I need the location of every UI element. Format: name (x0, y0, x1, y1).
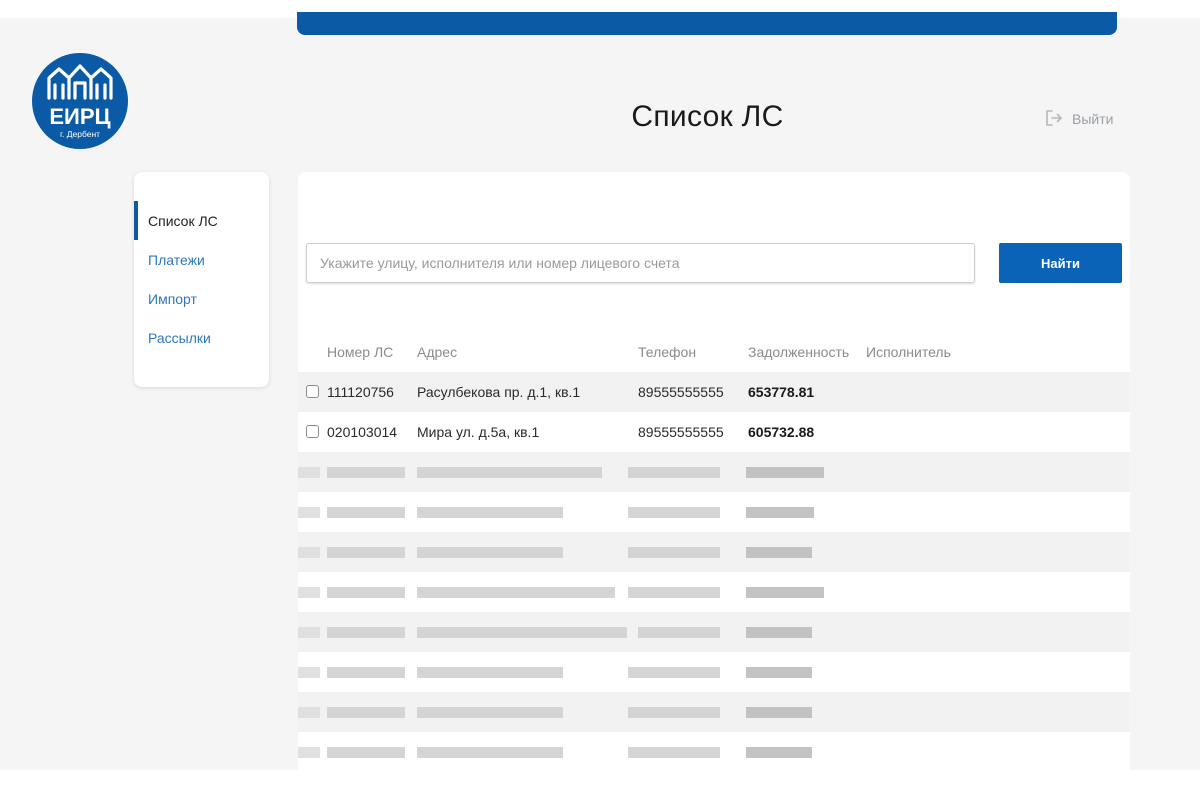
redacted-cell (417, 747, 563, 758)
redacted-cell (298, 587, 320, 598)
cell-debt: 605732.88 (748, 424, 815, 440)
table-header: Номер ЛС Адрес Телефон Задолженность Исп… (298, 334, 1130, 370)
redacted-cell (298, 467, 320, 478)
cell-phone: 89555555555 (638, 424, 724, 440)
redacted-table-row[interactable] (298, 452, 1130, 492)
logo-brand-text: ЕИРЦ (49, 104, 110, 129)
redacted-table-row[interactable] (298, 492, 1130, 532)
redacted-cell (298, 747, 320, 758)
logout-icon (1044, 108, 1064, 131)
page-title: Список ЛС (631, 100, 784, 133)
redacted-table-row[interactable] (298, 612, 1130, 652)
bottom-strip (0, 770, 1200, 789)
redacted-cell (628, 587, 720, 598)
search-input[interactable] (306, 243, 975, 283)
redacted-cell (746, 627, 812, 638)
redacted-cell (327, 507, 405, 518)
cell-address: Расулбекова пр. д.1, кв.1 (417, 384, 581, 400)
redacted-table-row[interactable] (298, 692, 1130, 732)
logo-city-text: г. Дербент (60, 129, 100, 139)
sidebar-item-label: Импорт (148, 290, 197, 307)
redacted-cell (327, 667, 405, 678)
redacted-cell (746, 707, 812, 718)
redacted-cell (638, 627, 720, 638)
column-header-account[interactable]: Номер ЛС (327, 344, 393, 360)
sidebar-item-import[interactable]: Импорт (134, 279, 269, 318)
redacted-cell (417, 707, 563, 718)
eirc-logo[interactable]: ЕИРЦ г. Дербент (31, 52, 129, 150)
redacted-cell (417, 667, 563, 678)
redacted-cell (746, 747, 812, 758)
cell-phone: 89555555555 (638, 384, 724, 400)
redacted-cell (327, 547, 405, 558)
sidebar-item-accounts[interactable]: Список ЛС (134, 201, 269, 240)
redacted-cell (628, 667, 720, 678)
redacted-cell (628, 547, 720, 558)
sidebar-item-label: Рассылки (148, 329, 211, 346)
redacted-cell (417, 587, 615, 598)
redacted-cell (327, 747, 405, 758)
redacted-cell (417, 547, 563, 558)
sidebar-item-mailings[interactable]: Рассылки (134, 318, 269, 357)
redacted-cell (327, 627, 405, 638)
redacted-cell (746, 547, 812, 558)
redacted-cell (628, 747, 720, 758)
cell-debt: 653778.81 (748, 384, 815, 400)
logout-button[interactable]: Выйти (1044, 108, 1113, 130)
redacted-cell (746, 587, 824, 598)
column-header-debt[interactable]: Задолженность (748, 344, 849, 360)
redacted-table-row[interactable] (298, 652, 1130, 692)
top-banner (297, 12, 1117, 35)
redacted-table-row[interactable] (298, 572, 1130, 612)
column-header-address[interactable]: Адрес (417, 344, 457, 360)
redacted-cell (298, 547, 320, 558)
redacted-cell (417, 507, 563, 518)
row-checkbox[interactable] (306, 425, 319, 438)
redacted-cell (298, 507, 320, 518)
logout-label: Выйти (1072, 111, 1114, 127)
redacted-cell (417, 627, 627, 638)
redacted-cell (298, 627, 320, 638)
table-row[interactable]: 111120756 Расулбекова пр. д.1, кв.1 8955… (298, 372, 1130, 412)
redacted-table-row[interactable] (298, 532, 1130, 572)
accounts-table: 111120756 Расулбекова пр. д.1, кв.1 8955… (298, 372, 1130, 772)
redacted-cell (298, 667, 320, 678)
main-panel: Найти Номер ЛС Адрес Телефон Задолженнос… (298, 172, 1130, 772)
cell-account: 020103014 (327, 424, 398, 440)
redacted-table-row[interactable] (298, 732, 1130, 772)
redacted-cell (327, 467, 405, 478)
cell-address: Мира ул. д.5а, кв.1 (417, 424, 540, 440)
row-checkbox[interactable] (306, 385, 319, 398)
redacted-cell (298, 707, 320, 718)
redacted-cell (746, 467, 824, 478)
sidebar-item-label: Платежи (148, 251, 205, 268)
redacted-cell (628, 507, 720, 518)
sidebar-item-payments[interactable]: Платежи (134, 240, 269, 279)
redacted-cell (746, 507, 814, 518)
column-header-executor[interactable]: Исполнитель (866, 344, 951, 360)
cell-account: 111120756 (327, 384, 394, 400)
table-row[interactable]: 020103014 Мира ул. д.5а, кв.1 8955555555… (298, 412, 1130, 452)
sidebar: Список ЛС Платежи Импорт Рассылки (134, 172, 269, 387)
redacted-cell (327, 707, 405, 718)
column-header-phone[interactable]: Телефон (638, 344, 696, 360)
logo-emblem-icon: ЕИРЦ г. Дербент (32, 53, 128, 149)
redacted-cell (327, 587, 405, 598)
redacted-cell (628, 467, 720, 478)
search-button[interactable]: Найти (999, 243, 1122, 283)
sidebar-item-label: Список ЛС (148, 212, 218, 229)
redacted-cell (417, 467, 602, 478)
redacted-cell (628, 707, 720, 718)
redacted-cell (746, 667, 812, 678)
